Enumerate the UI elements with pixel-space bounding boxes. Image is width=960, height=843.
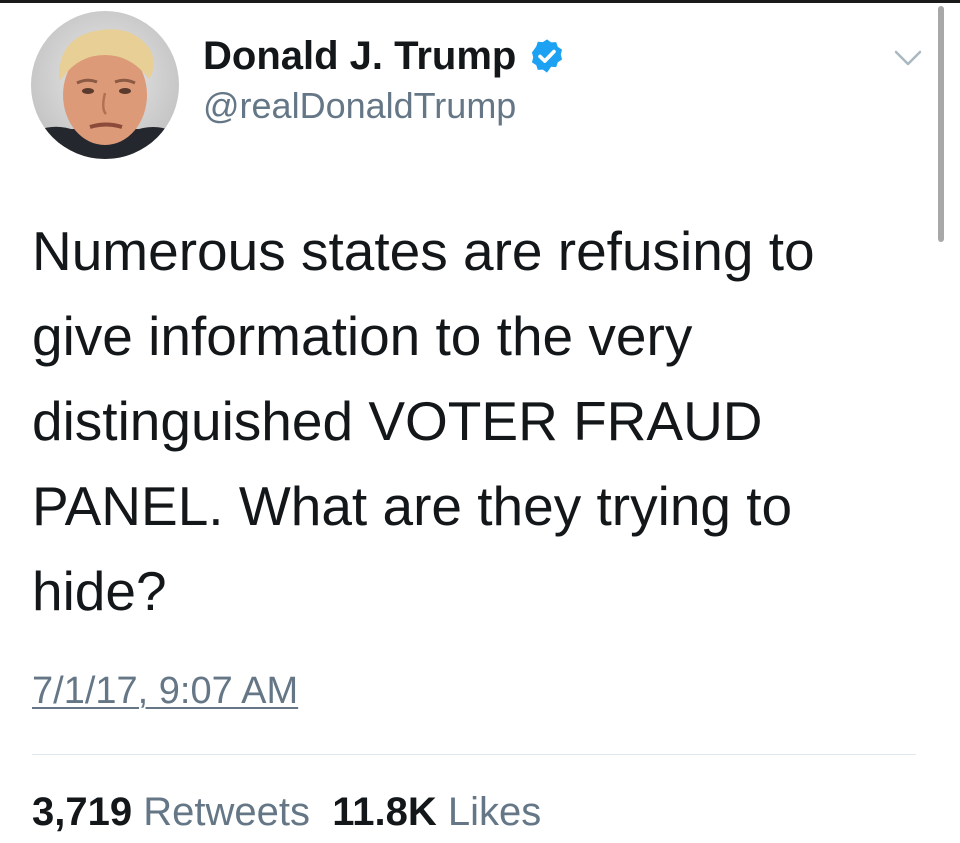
retweets-count: 3,719 [32,790,133,834]
top-border [0,0,960,3]
tweet-text: Numerous states are refusing to give inf… [32,220,815,622]
author-name-row[interactable]: Donald J. Trump [203,32,566,80]
tweet-timestamp[interactable]: 7/1/17, 9:07 AM [32,668,298,714]
author-handle[interactable]: @realDonaldTrump [203,84,516,128]
verified-badge-icon [532,39,563,73]
display-name[interactable]: Donald J. Trump [203,32,516,80]
avatar-image [31,11,179,159]
likes-count: 11.8K [332,790,437,834]
likes-label: Likes [447,790,542,834]
avatar[interactable] [31,11,179,159]
divider [32,754,916,755]
tweet-stats: 3,719 Retweets 11.8K Likes [32,788,541,836]
chevron-down-icon[interactable] [893,46,923,70]
scrollbar-thumb[interactable] [938,6,944,242]
retweets-stat[interactable]: 3,719 Retweets [32,790,310,834]
retweets-label: Retweets [143,790,310,834]
likes-stat[interactable]: 11.8K Likes [332,790,541,834]
